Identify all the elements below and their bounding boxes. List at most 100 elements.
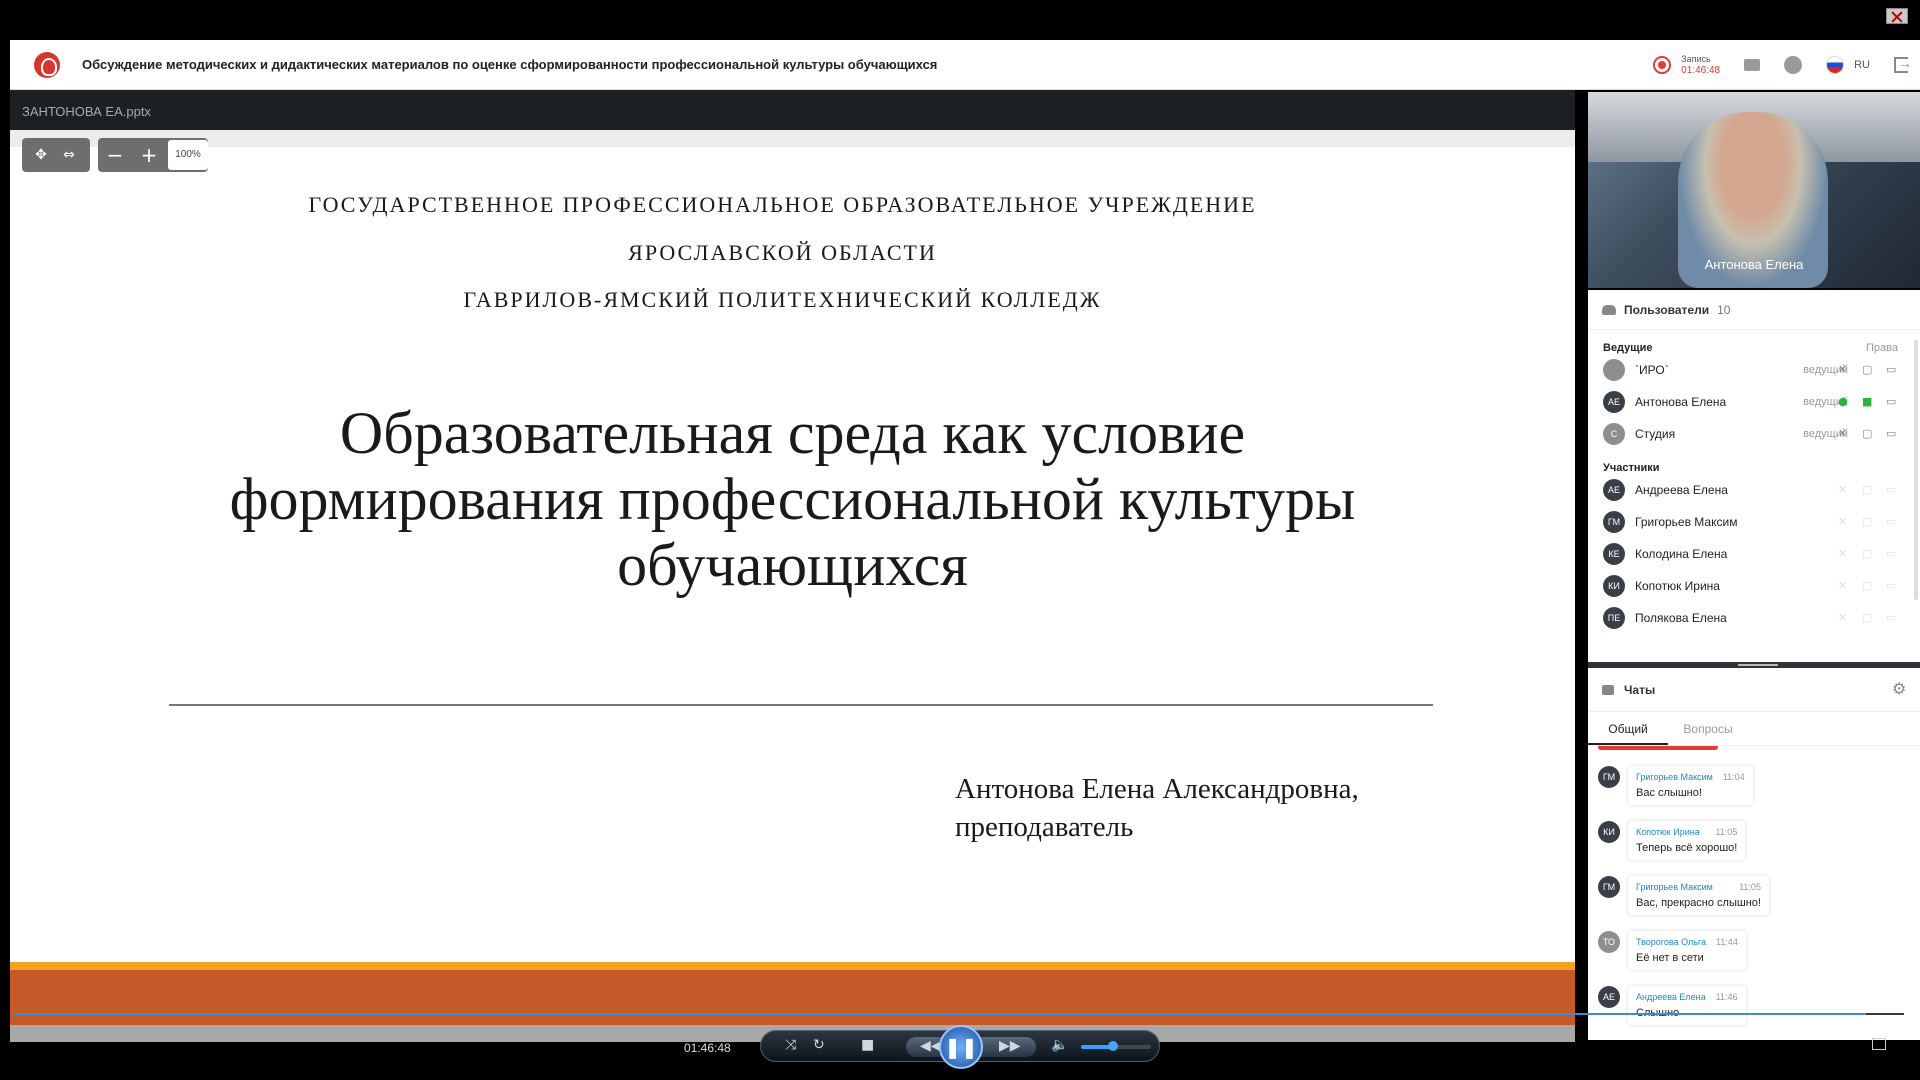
folder-icon[interactable] <box>1744 59 1761 71</box>
volume-icon[interactable]: 🔈 <box>1051 1037 1068 1053</box>
zoom-level[interactable]: 100% <box>168 140 208 170</box>
host-row[interactable]: АЕ Антонова Елена ведущий ● ■ ▭ <box>1588 386 1920 418</box>
chat-panel: Чаты ⚙ Общий Вопросы ГМ Григорьев Максим… <box>1588 668 1920 1040</box>
mic-off-icon[interactable]: ✕ <box>1838 612 1850 624</box>
slide-title-line-3: обучающихся <box>617 532 968 598</box>
avatar <box>1603 359 1625 381</box>
avatar: КИ <box>1603 575 1625 597</box>
pause-button[interactable]: ❚❚ <box>939 1025 983 1069</box>
zoom-out-button[interactable]: − <box>98 138 132 172</box>
unread-indicator <box>1598 746 1718 750</box>
record-indicator[interactable]: Запись 01:46:48 <box>1653 53 1720 77</box>
camera-off-icon[interactable]: ▢ <box>1862 484 1874 496</box>
mic-off-icon[interactable]: ✕ <box>1838 548 1850 560</box>
host-row[interactable]: `ИРО` ведущий ✕ ▢ ▭ <box>1588 354 1920 386</box>
camera-off-icon[interactable]: ▢ <box>1862 612 1874 624</box>
avatar: С <box>1603 423 1625 445</box>
screen-share-icon[interactable]: ▭ <box>1886 580 1898 592</box>
users-panel: Пользователи 10 Ведущие Права `ИРО` веду… <box>1588 290 1920 665</box>
avatar: ГМ <box>1598 766 1620 788</box>
avatar: АЕ <box>1603 479 1625 501</box>
fullscreen-icon[interactable] <box>1872 1038 1886 1050</box>
mic-off-icon[interactable]: ✕ <box>1838 580 1850 592</box>
message-author[interactable]: Григорьев Максим <box>1636 882 1713 892</box>
participant-row[interactable]: ПЕ Полякова Елена ✕ ▢ ▭ <box>1588 602 1920 634</box>
playback-progress[interactable] <box>14 1013 1904 1015</box>
camera-off-icon[interactable]: ▢ <box>1862 428 1874 440</box>
hosts-list: `ИРО` ведущий ✕ ▢ ▭ АЕ Антонова Елена веду… <box>1588 354 1920 450</box>
screen-share-icon[interactable]: ▭ <box>1886 396 1898 408</box>
repeat-icon[interactable]: ↻ <box>813 1037 825 1053</box>
message-text: Вас, прекрасно слышно! <box>1636 897 1761 909</box>
screen-share-icon[interactable]: ▭ <box>1886 612 1898 624</box>
chat-icon <box>1602 684 1614 695</box>
info-icon[interactable] <box>1784 56 1803 74</box>
language-label[interactable]: RU <box>1854 59 1870 71</box>
mic-off-icon[interactable]: ✕ <box>1838 484 1850 496</box>
mic-on-icon[interactable]: ● <box>1838 396 1850 408</box>
fit-width-icon[interactable]: ⇔ <box>60 146 78 164</box>
progress-fill <box>14 1013 1867 1015</box>
message-bubble: Копотюк Ирина 11:05 Теперь всё хорошо! <box>1628 821 1746 860</box>
screen-share-icon[interactable]: ▭ <box>1886 364 1898 376</box>
message-time: 11:04 <box>1722 772 1745 782</box>
shuffle-icon[interactable]: ⤨ <box>785 1037 796 1053</box>
message-author[interactable]: Творогова Ольга <box>1636 937 1706 947</box>
mic-off-icon[interactable]: ✕ <box>1838 364 1850 376</box>
gear-icon[interactable]: ⚙ <box>1892 680 1910 698</box>
camera-off-icon[interactable]: ▢ <box>1862 516 1874 528</box>
message-author[interactable]: Григорьев Максим <box>1636 772 1713 782</box>
participant-row[interactable]: АЕ Андреева Елена ✕ ▢ ▭ <box>1588 474 1920 506</box>
chat-message: КИ Копотюк Ирина 11:05 Теперь всё хорошо! <box>1598 821 1920 860</box>
zoom-toolbar: − + 100% <box>98 138 208 172</box>
avatar: АЕ <box>1603 391 1625 413</box>
move-icon[interactable]: ✥ <box>32 146 50 164</box>
message-bubble: Творогова Ольга 11:44 Её нет в сети <box>1628 931 1746 970</box>
camera-off-icon[interactable]: ▢ <box>1862 580 1874 592</box>
host-row[interactable]: С Студия ведущий ✕ ▢ ▭ <box>1588 418 1920 450</box>
mic-off-icon[interactable]: ✕ <box>1838 428 1850 440</box>
participant-row[interactable]: КИ Копотюк Ирина ✕ ▢ ▭ <box>1588 570 1920 602</box>
screen-share-icon[interactable]: ▭ <box>1886 428 1898 440</box>
message-text: Вас слышно! <box>1636 787 1702 799</box>
participant-row[interactable]: КЕ Колодина Елена ✕ ▢ ▭ <box>1588 538 1920 570</box>
users-header[interactable]: Пользователи 10 <box>1588 290 1920 330</box>
users-scrollbar[interactable] <box>1914 340 1918 600</box>
chat-messages: ГМ Григорьев Максим 11:04 Вас слышно! КИ … <box>1588 766 1920 1025</box>
screen-share-icon[interactable]: ▭ <box>1886 484 1898 496</box>
participant-row[interactable]: ГМ Григорьев Максим ✕ ▢ ▭ <box>1588 506 1920 538</box>
avatar: КИ <box>1598 821 1620 843</box>
user-name: Студия <box>1635 427 1676 441</box>
tab-questions[interactable]: Вопросы <box>1668 712 1748 745</box>
forward-button[interactable]: ▶▶ <box>981 1037 1036 1057</box>
stop-icon[interactable]: ■ <box>861 1037 874 1053</box>
camera-off-icon[interactable]: ▢ <box>1862 364 1874 376</box>
flag-icon[interactable] <box>1826 56 1845 74</box>
camera-off-icon[interactable]: ▢ <box>1862 548 1874 560</box>
message-time: 11:05 <box>1715 827 1738 837</box>
window-close-icon[interactable] <box>1886 8 1908 24</box>
slide-divider <box>169 704 1433 706</box>
message-author[interactable]: Андреева Елена <box>1636 992 1706 1002</box>
presenter-name: Антонова Елена <box>1704 257 1804 272</box>
slide-author-role: преподаватель <box>955 811 1134 843</box>
exit-icon[interactable] <box>1894 55 1912 73</box>
screen-share-icon[interactable]: ▭ <box>1886 548 1898 560</box>
mic-off-icon[interactable]: ✕ <box>1838 516 1850 528</box>
presenter-video[interactable]: Антонова Елена <box>1588 92 1920 288</box>
slide-org-line-3: ГАВРИЛОВ-ЯМСКИЙ ПОЛИТЕХНИЧЕСКИЙ КОЛЛЕДЖ <box>463 287 1102 312</box>
message-bubble: Андреева Елена11:46 Слышно <box>1628 986 1746 1025</box>
volume-knob[interactable] <box>1107 1041 1118 1051</box>
chat-header: Чаты ⚙ <box>1588 668 1920 712</box>
user-name: Копотюк Ирина <box>1635 579 1720 593</box>
chat-title: Чаты <box>1624 682 1656 697</box>
screen-share-icon[interactable]: ▭ <box>1886 516 1898 528</box>
user-name: `ИРО` <box>1635 363 1669 377</box>
message-time: 11:05 <box>1739 882 1761 892</box>
participants-list: АЕ Андреева Елена ✕ ▢ ▭ ГМ Григорьев Макси… <box>1588 474 1920 634</box>
tab-general[interactable]: Общий <box>1588 712 1668 745</box>
message-author[interactable]: Копотюк Ирина <box>1636 827 1700 837</box>
zoom-in-button[interactable]: + <box>132 138 166 172</box>
camera-on-icon[interactable]: ■ <box>1862 396 1874 408</box>
record-icon <box>1653 56 1672 74</box>
